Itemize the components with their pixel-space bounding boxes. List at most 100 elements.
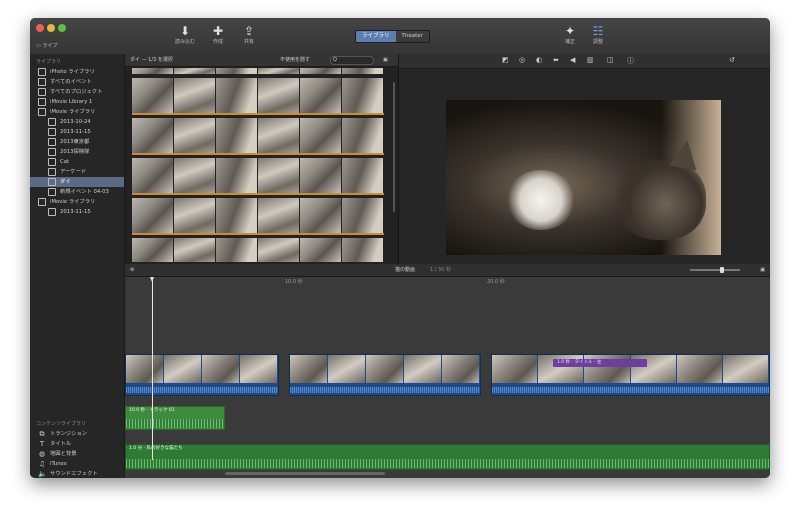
enhance-label: 補正 (564, 39, 575, 45)
content-library-section: コンテンツライブラリ ⧉ トランジション T タイトル ◍ 地図と背景 ♫ iTunes 🔈 サウ… (30, 416, 124, 478)
sidebar-item[interactable]: 2013-11-15 (30, 207, 124, 217)
color-balance-icon[interactable]: ◎ (519, 56, 525, 64)
zoom-slider[interactable] (690, 267, 740, 273)
content-library-item[interactable]: 🔈 サウンドエフェクト (30, 469, 124, 478)
sidebar-item[interactable]: すべてのプロジェクト (30, 87, 124, 97)
title-clip[interactable]: 1.0 秒 - タイトル - 左 (553, 359, 647, 367)
event-icon (48, 208, 56, 216)
background-music-clip[interactable]: 1.0 分 - 私の好きな猫たち (125, 444, 770, 470)
crop-icon[interactable]: ◩ (502, 56, 509, 64)
video-clip[interactable] (289, 354, 481, 396)
browser-settings-icon[interactable]: ▣ (383, 54, 388, 66)
library-icon (38, 108, 46, 116)
square-icon (38, 88, 46, 96)
sidebar-item[interactable]: 2013-10-24 (30, 117, 124, 127)
content-library-label: iTunes (50, 461, 67, 467)
sidebar-item[interactable]: ダイ (30, 177, 124, 187)
event-icon (48, 138, 56, 146)
speed-icon[interactable]: ◫ (607, 56, 614, 64)
sidebar-item[interactable]: 新規イベント 04-03 (30, 187, 124, 197)
theater-view-tab[interactable]: Theater (396, 31, 429, 42)
volume-icon[interactable]: ◀ (570, 56, 575, 64)
video-clip[interactable] (125, 354, 279, 396)
content-library-item[interactable]: ◍ 地図と背景 (30, 449, 124, 459)
magic-wand-icon: ✦ (564, 24, 576, 38)
sidebar-item[interactable]: iMovie ライブラリ (30, 197, 124, 207)
filmstrip-row[interactable] (132, 78, 384, 115)
event-icon (48, 118, 56, 126)
ruler-mark: 10.0 秒 (285, 279, 303, 285)
reset-icon[interactable]: ↺ (729, 56, 735, 64)
content-library-item[interactable]: ⧉ トランジション (30, 429, 124, 439)
sidebar-item-label: 2013-10-24 (60, 119, 91, 125)
create-button[interactable]: ✚ 作成 (203, 24, 233, 45)
adjust-button[interactable]: ☷ 調整 (583, 24, 613, 45)
filter-popup[interactable]: 不使用を隠す (280, 54, 310, 66)
sidebar-item-label: 2013東京都 (60, 139, 90, 145)
speaker-icon: 🔈 (38, 470, 47, 478)
import-button[interactable]: ⬇ 読み込む (170, 24, 200, 45)
audio-clip-label: 10.0 秒 - トラック 01 (129, 408, 175, 413)
filmstrip-row[interactable] (132, 198, 384, 235)
timeline-scrollbar[interactable] (225, 472, 385, 475)
noise-reduction-icon[interactable]: ▥ (587, 56, 594, 64)
download-arrow-icon: ⬇ (179, 24, 191, 38)
library-list-button[interactable]: ▭ ライブ (36, 42, 57, 49)
sidebar-item[interactable]: アーケード (30, 167, 124, 177)
music-icon: ♫ (38, 460, 46, 468)
zoom-icon[interactable] (58, 24, 66, 32)
import-label: 読み込む (174, 39, 195, 45)
sidebar-item[interactable]: 2013東京都 (30, 137, 124, 147)
library-icon (38, 198, 46, 206)
sidebar-item[interactable]: iMovie ライブラリ (30, 107, 124, 117)
sidebar-item[interactable]: iPhoto ライブラリ (30, 67, 124, 77)
browser-search-field[interactable]: Q (330, 56, 374, 65)
sidebar-item[interactable]: iMovie Library 1 (30, 97, 124, 107)
stabilization-icon[interactable]: ⬌ (553, 56, 559, 64)
browser-scrollbar[interactable] (393, 82, 395, 212)
filmstrip-row[interactable] (132, 158, 384, 195)
title-icon: T (39, 440, 45, 448)
sliders-icon: ☷ (592, 24, 604, 38)
color-correction-icon[interactable]: ◐ (536, 56, 542, 64)
sidebar-item-label: 2013-11-15 (60, 129, 91, 135)
share-label: 共有 (243, 39, 254, 45)
library-view-tab[interactable]: ライブラリ (356, 31, 396, 42)
viewer-adjust-bar: ◩ ◎ ◐ ⬌ ◀ ▥ ◫ ⓘ ↺ (399, 54, 770, 69)
video-preview[interactable] (446, 100, 721, 255)
content-library-item[interactable]: ♫ iTunes (30, 459, 124, 469)
event-icon (48, 178, 56, 186)
plus-icon: ✚ (212, 24, 224, 38)
filmstrip-row[interactable] (132, 238, 384, 262)
content-library-label: サウンドエフェクト (50, 471, 98, 477)
playhead[interactable] (150, 277, 154, 460)
sidebar-item[interactable]: 2013-11-15 (30, 127, 124, 137)
sidebar-item-label: iMovie ライブラリ (50, 199, 96, 205)
minimize-icon[interactable] (47, 24, 55, 32)
toolbar: ▭ ライブ ⬇ 読み込む ✚ 作成 ⇪ 共有 ライブラリ Theater ✦ 補… (30, 18, 770, 55)
browser-title: ダイ — 1/3 を選択 (130, 57, 173, 63)
libraries-header: ライブラリ (36, 59, 62, 65)
star-icon (38, 68, 46, 76)
event-icon (48, 188, 56, 196)
browser-header: ダイ — 1/3 を選択 不使用を隠す Q ▣ (125, 54, 398, 67)
enhance-button[interactable]: ✦ 補正 (555, 24, 585, 45)
sidebar-item-label: Cat (60, 159, 70, 165)
audio-clip[interactable]: 10.0 秒 - トラック 01 (125, 406, 225, 430)
sidebar-item[interactable]: すべてのイベント (30, 77, 124, 87)
filmstrip-row[interactable] (132, 118, 384, 155)
info-icon[interactable]: ⓘ (627, 56, 634, 66)
timeline-settings-icon[interactable]: ⚙ (130, 264, 134, 276)
event-icon (48, 128, 56, 136)
sidebar-item-label: iPhoto ライブラリ (50, 69, 95, 75)
close-icon[interactable] (36, 24, 44, 32)
content-library-item[interactable]: T タイトル (30, 439, 124, 449)
sidebar-item[interactable]: 2013探検隊 (30, 147, 124, 157)
audio-toggle-icon[interactable]: ▣ (760, 264, 765, 276)
sidebar-item-label: 2013探検隊 (60, 149, 90, 155)
sidebar-item[interactable]: Cat (30, 157, 124, 167)
create-label: 作成 (212, 39, 223, 45)
content-library-label: トランジション (50, 431, 88, 437)
filmstrip-row[interactable] (132, 68, 384, 74)
share-button[interactable]: ⇪ 共有 (234, 24, 264, 45)
